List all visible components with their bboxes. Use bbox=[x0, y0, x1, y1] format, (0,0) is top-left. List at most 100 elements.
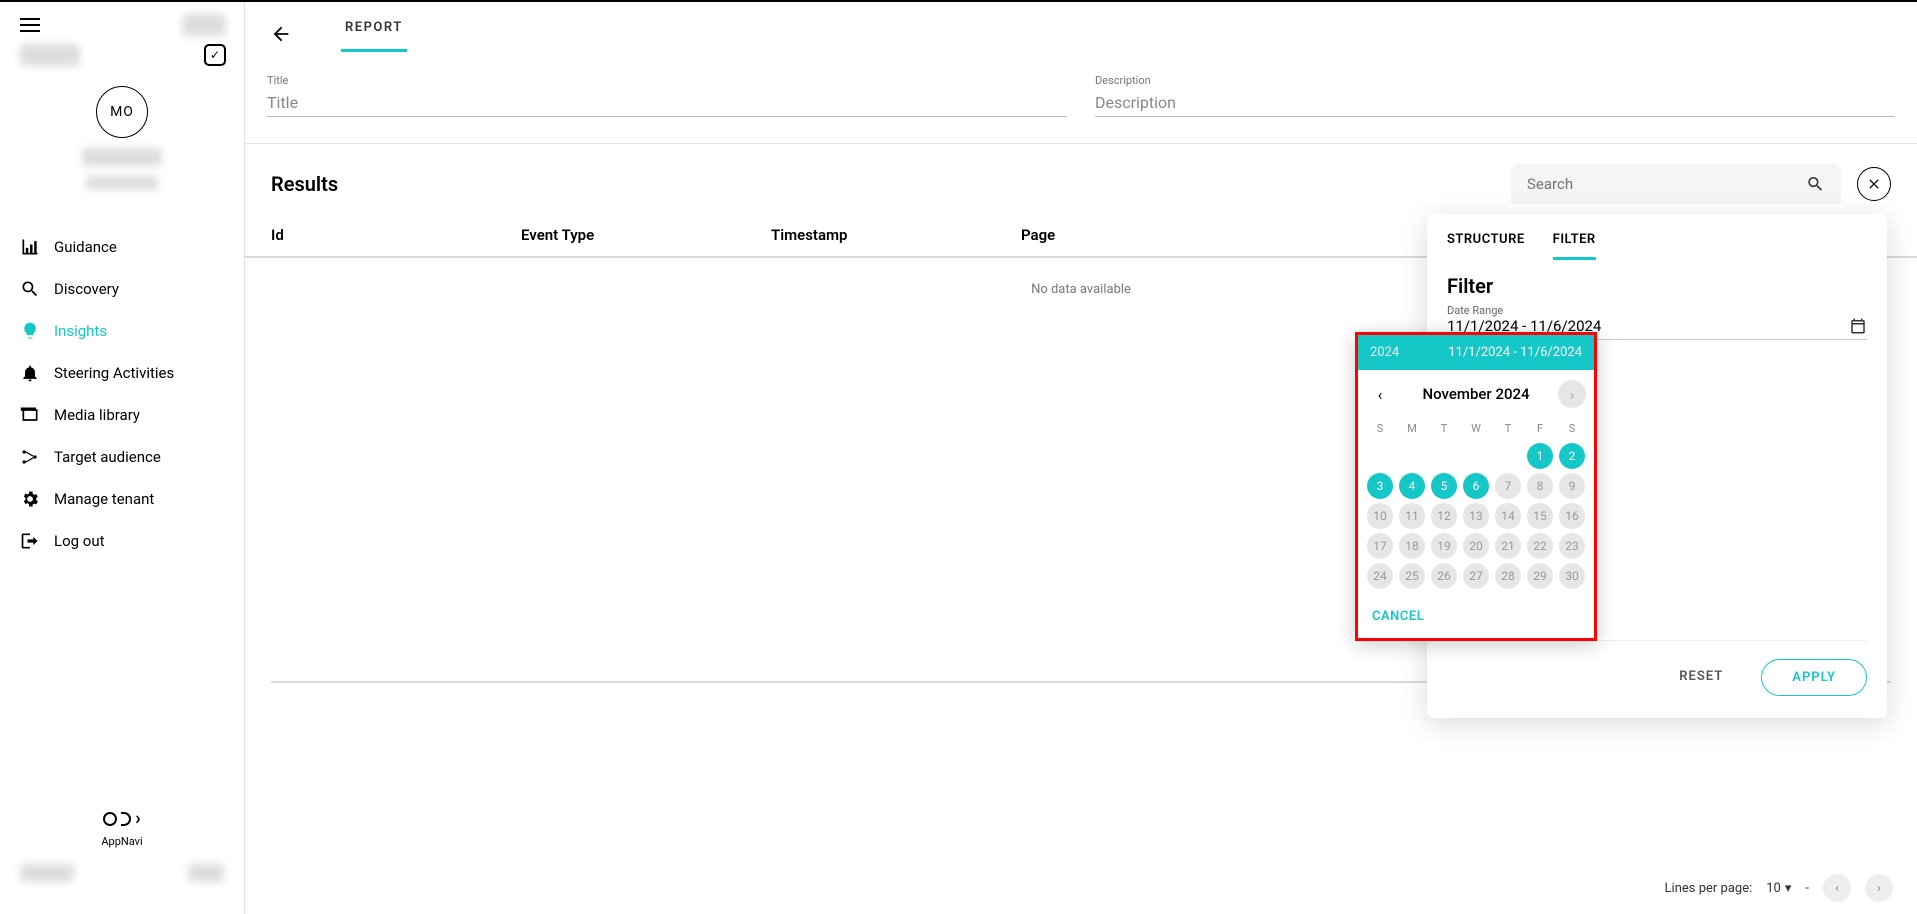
dp-day[interactable]: 26 bbox=[1431, 563, 1457, 589]
dp-day[interactable]: 25 bbox=[1399, 563, 1425, 589]
bell-icon bbox=[20, 363, 40, 383]
dp-day[interactable]: 17 bbox=[1367, 533, 1393, 559]
dp-day[interactable]: 23 bbox=[1559, 533, 1585, 559]
redacted bbox=[86, 176, 158, 190]
dp-year[interactable]: 2024 bbox=[1370, 345, 1399, 360]
sidebar-item-insights[interactable]: Insights bbox=[0, 310, 244, 352]
dp-day[interactable]: 28 bbox=[1495, 563, 1521, 589]
apply-button[interactable]: APPLY bbox=[1761, 659, 1867, 696]
gear-icon bbox=[20, 489, 40, 509]
arrow-left-icon bbox=[270, 23, 292, 45]
avatar[interactable]: MO bbox=[96, 86, 148, 138]
brand-name: AppNavi bbox=[101, 835, 142, 848]
menu-button[interactable] bbox=[20, 18, 40, 32]
redacted bbox=[188, 864, 224, 882]
sidebar-item-manage-tenant[interactable]: Manage tenant bbox=[0, 478, 244, 520]
redacted bbox=[82, 148, 162, 166]
panel-title: Filter bbox=[1447, 274, 1867, 298]
brand-logo-icon: › bbox=[103, 808, 140, 829]
sidebar-item-discovery[interactable]: Discovery bbox=[0, 268, 244, 310]
dp-day[interactable]: 8 bbox=[1527, 473, 1553, 499]
dp-weekday: S bbox=[1366, 418, 1394, 439]
bulb-icon bbox=[20, 321, 40, 341]
dp-day[interactable]: 12 bbox=[1431, 503, 1457, 529]
tab-filter[interactable]: FILTER bbox=[1553, 232, 1596, 260]
dp-day[interactable]: 2 bbox=[1559, 443, 1585, 469]
title-input[interactable] bbox=[267, 89, 1067, 117]
dp-day[interactable]: 29 bbox=[1527, 563, 1553, 589]
tab-structure[interactable]: STRUCTURE bbox=[1447, 232, 1525, 260]
dp-day[interactable]: 9 bbox=[1559, 473, 1585, 499]
dp-day[interactable]: 22 bbox=[1527, 533, 1553, 559]
dp-day[interactable]: 10 bbox=[1367, 503, 1393, 529]
pager-dash: - bbox=[1805, 881, 1809, 896]
check-badge-icon[interactable]: ✓ bbox=[204, 44, 226, 66]
dp-day[interactable]: 6 bbox=[1463, 473, 1489, 499]
back-button[interactable] bbox=[267, 20, 295, 48]
redacted bbox=[20, 44, 80, 66]
dp-day[interactable]: 27 bbox=[1463, 563, 1489, 589]
col-timestamp: Timestamp bbox=[771, 226, 1021, 244]
dp-day[interactable]: 14 bbox=[1495, 503, 1521, 529]
sidebar-item-label: Insights bbox=[54, 322, 107, 340]
dp-weekday: M bbox=[1398, 418, 1426, 439]
dp-day[interactable]: 4 bbox=[1399, 473, 1425, 499]
search-input[interactable] bbox=[1527, 175, 1806, 193]
dp-day[interactable]: 18 bbox=[1399, 533, 1425, 559]
dp-day[interactable]: 16 bbox=[1559, 503, 1585, 529]
dp-day[interactable]: 13 bbox=[1463, 503, 1489, 529]
dp-day[interactable]: 20 bbox=[1463, 533, 1489, 559]
dp-month-label[interactable]: November 2024 bbox=[1422, 385, 1529, 403]
dp-day[interactable]: 21 bbox=[1495, 533, 1521, 559]
sidebar-item-label: Manage tenant bbox=[54, 490, 154, 508]
dp-cancel-button[interactable]: CANCEL bbox=[1358, 597, 1594, 638]
search-box[interactable] bbox=[1511, 164, 1841, 204]
sidebar-item-guidance[interactable]: Guidance bbox=[0, 226, 244, 268]
title-label: Title bbox=[267, 74, 1067, 87]
col-event-type: Event Type bbox=[521, 226, 771, 244]
network-icon bbox=[20, 447, 40, 467]
sidebar: ✓ MO Guidance Discovery Insights Steering A… bbox=[0, 2, 245, 914]
dp-weekday: F bbox=[1526, 418, 1554, 439]
dp-day[interactable]: 19 bbox=[1431, 533, 1457, 559]
sidebar-item-target-audience[interactable]: Target audience bbox=[0, 436, 244, 478]
results-title: Results bbox=[271, 172, 338, 196]
lines-per-page-select[interactable]: 10 ▾ bbox=[1766, 881, 1791, 896]
redacted bbox=[182, 14, 226, 36]
pager-next-button[interactable]: › bbox=[1865, 874, 1893, 902]
dp-day[interactable]: 7 bbox=[1495, 473, 1521, 499]
dp-weekday: T bbox=[1494, 418, 1522, 439]
description-input[interactable] bbox=[1095, 89, 1895, 117]
calendar-icon[interactable] bbox=[1849, 317, 1867, 335]
reset-button[interactable]: RESET bbox=[1661, 659, 1741, 696]
dp-day[interactable]: 1 bbox=[1527, 443, 1553, 469]
dp-day[interactable]: 11 bbox=[1399, 503, 1425, 529]
sidebar-item-media-library[interactable]: Media library bbox=[0, 394, 244, 436]
pager-prev-button[interactable]: ‹ bbox=[1823, 874, 1851, 902]
sidebar-item-log-out[interactable]: Log out bbox=[0, 520, 244, 562]
dp-day[interactable]: 30 bbox=[1559, 563, 1585, 589]
dp-day[interactable]: 3 bbox=[1367, 473, 1393, 499]
tab-report[interactable]: REPORT bbox=[341, 16, 407, 52]
dp-range: 11/1/2024 - 11/6/2024 bbox=[1448, 345, 1582, 360]
sidebar-item-steering-activities[interactable]: Steering Activities bbox=[0, 352, 244, 394]
search-icon bbox=[20, 279, 40, 299]
dp-day[interactable]: 24 bbox=[1367, 563, 1393, 589]
col-id: Id bbox=[271, 226, 521, 244]
nav: Guidance Discovery Insights Steering Activi… bbox=[0, 226, 244, 562]
sidebar-item-label: Steering Activities bbox=[54, 364, 174, 382]
dp-day[interactable]: 15 bbox=[1527, 503, 1553, 529]
close-button[interactable] bbox=[1857, 167, 1891, 201]
sidebar-item-label: Target audience bbox=[54, 448, 161, 466]
sidebar-item-label: Discovery bbox=[54, 280, 119, 298]
close-icon bbox=[1866, 176, 1882, 192]
dp-day[interactable]: 5 bbox=[1431, 473, 1457, 499]
redacted bbox=[20, 864, 74, 882]
library-icon bbox=[20, 405, 40, 425]
sidebar-item-label: Guidance bbox=[54, 238, 117, 256]
dp-prev-month[interactable]: ‹ bbox=[1366, 380, 1394, 408]
date-picker: 2024 11/1/2024 - 11/6/2024 ‹ November 20… bbox=[1355, 332, 1597, 641]
dp-next-month[interactable]: › bbox=[1558, 380, 1586, 408]
dp-weekday: S bbox=[1558, 418, 1586, 439]
sidebar-item-label: Media library bbox=[54, 406, 140, 424]
